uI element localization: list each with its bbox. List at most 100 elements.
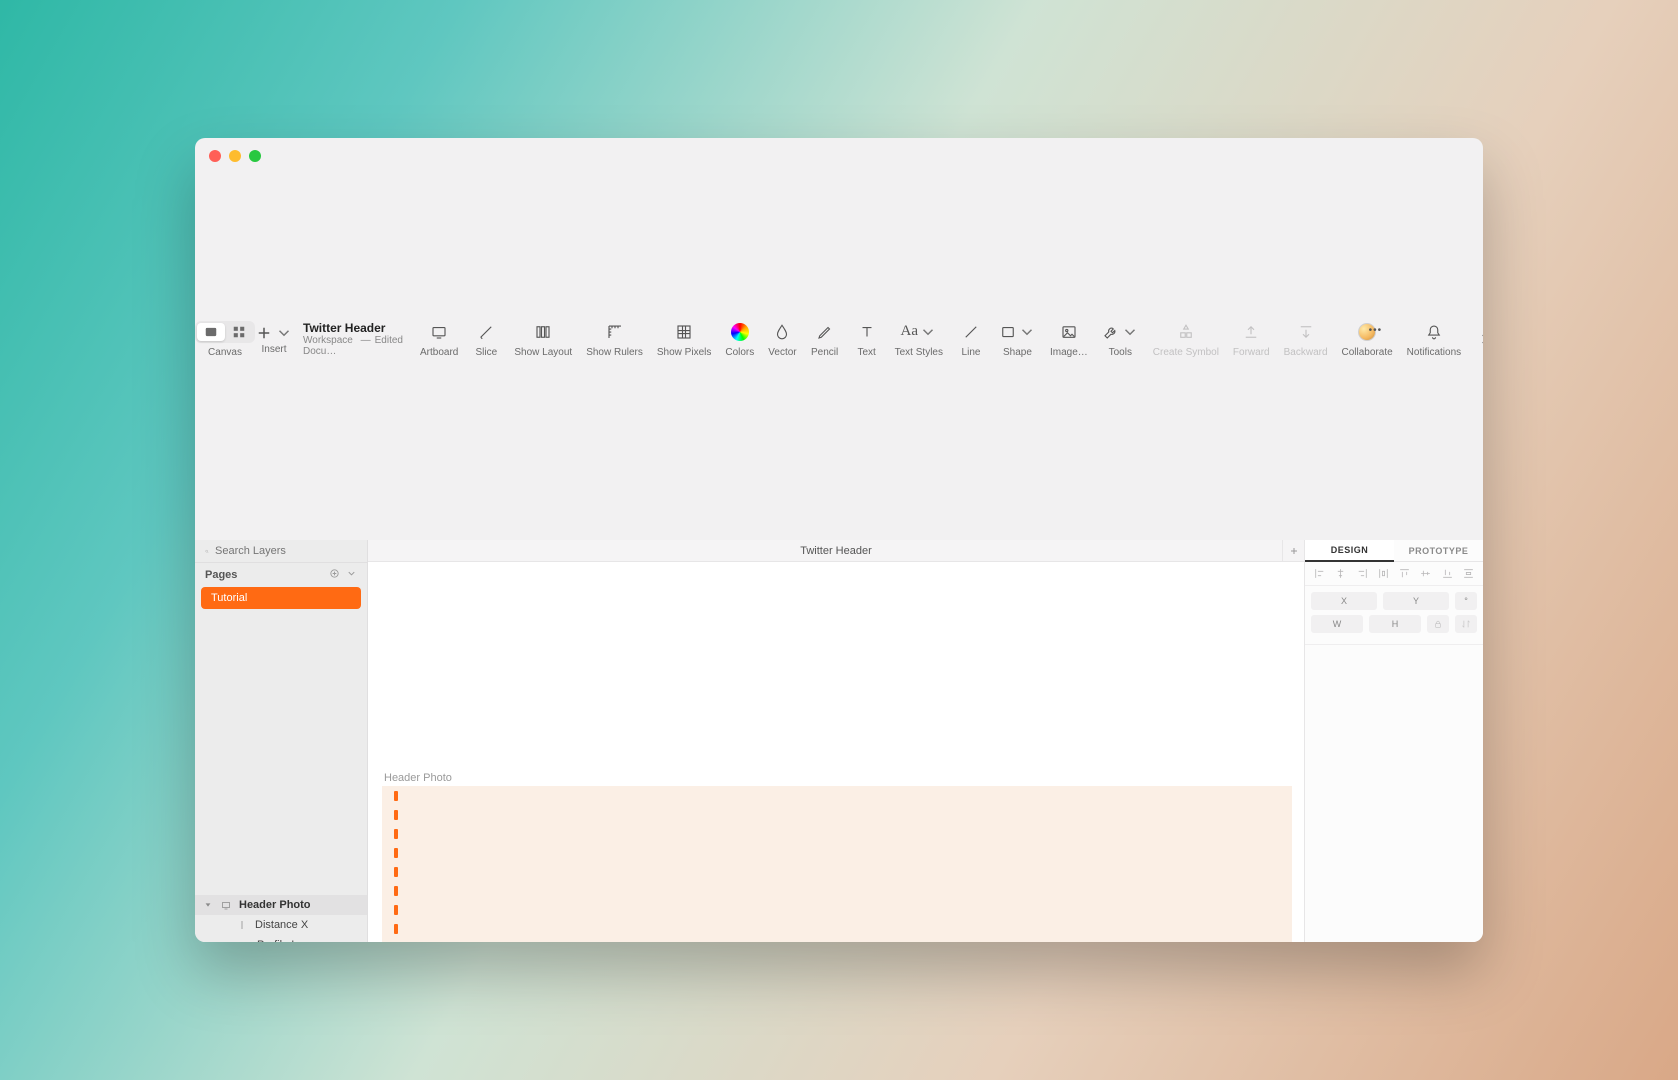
align-vcenter-button[interactable] <box>1418 566 1434 582</box>
distribute-h-button[interactable] <box>1375 566 1391 582</box>
notifications-tool[interactable]: Notifications <box>1400 138 1468 540</box>
text-t-icon <box>858 323 876 341</box>
layer-label: Profile Image <box>257 939 322 942</box>
document-subtitle: Workspace Docu… <box>303 335 357 357</box>
flip-button[interactable] <box>1455 615 1477 633</box>
show-layout-tool[interactable]: Show Layout <box>507 138 579 540</box>
plus-icon <box>1288 545 1300 557</box>
geometry-section: X Y ° W H <box>1305 586 1483 645</box>
search-input[interactable] <box>215 545 357 557</box>
colors-tool[interactable]: Colors <box>718 138 761 540</box>
window-traffic-lights <box>195 138 275 162</box>
document-title: Twitter Header <box>303 321 403 335</box>
toolbar-overflow-button[interactable] <box>1468 138 1483 540</box>
app-window: Canvas Insert Twitter Header Workspace D… <box>195 138 1483 942</box>
send-backward-icon <box>1297 323 1315 341</box>
canvas-area: Twitter Header Header Photo Profile <box>368 540 1304 942</box>
insert-tool[interactable]: Insert <box>255 138 293 540</box>
shape-tool[interactable]: Shape <box>992 138 1043 540</box>
distribute-v-button[interactable] <box>1460 566 1476 582</box>
backward-tool: Backward <box>1277 138 1335 540</box>
disclosure-open-icon <box>204 901 212 909</box>
left-sidebar: Pages Tutorial Header Photo Distance X <box>195 540 368 942</box>
pages-label: Pages <box>205 569 237 581</box>
align-hcenter-button[interactable] <box>1333 566 1349 582</box>
tab-design[interactable]: DESIGN <box>1305 540 1394 562</box>
artboard-icon <box>430 323 448 341</box>
lock-icon <box>1433 619 1443 629</box>
lock-aspect-button[interactable] <box>1427 615 1449 633</box>
x-field[interactable]: X <box>1311 592 1377 610</box>
line-layer-icon <box>236 919 248 931</box>
add-canvas-tab-button[interactable] <box>1282 540 1304 562</box>
chevron-double-right-icon <box>1478 331 1483 347</box>
chevron-down-icon <box>919 323 937 341</box>
right-inspector: DESIGN PROTOTYPE X Y ° W <box>1304 540 1483 942</box>
artboard-header-photo[interactable]: Profile Image 400×200px <box>382 786 1292 942</box>
align-top-button[interactable] <box>1397 566 1413 582</box>
align-right-button[interactable] <box>1354 566 1370 582</box>
insert-label: Insert <box>261 344 286 355</box>
edited-label: Edited <box>375 335 403 357</box>
text-tool[interactable]: Text <box>846 138 888 540</box>
bring-forward-icon <box>1242 323 1260 341</box>
shape-rect-icon <box>999 323 1017 341</box>
align-bottom-button[interactable] <box>1439 566 1455 582</box>
line-icon <box>962 323 980 341</box>
slice-tool[interactable]: Slice <box>465 138 507 540</box>
show-pixels-tool[interactable]: Show Pixels <box>650 138 718 540</box>
layer-label: Distance X <box>255 919 308 931</box>
canvas[interactable]: Header Photo Profile Image 400×200px <box>368 562 1304 942</box>
layer-distance-x[interactable]: Distance X <box>195 915 367 935</box>
components-view-button[interactable] <box>225 323 253 341</box>
tab-prototype[interactable]: PROTOTYPE <box>1394 540 1483 561</box>
disclosure-closed-icon <box>222 941 230 942</box>
h-field[interactable]: H <box>1369 615 1421 633</box>
image-tool[interactable]: Image… <box>1043 138 1095 540</box>
page-item-tutorial[interactable]: Tutorial <box>201 587 361 609</box>
artboard-icon <box>220 899 232 911</box>
pencil-icon <box>816 323 834 341</box>
more-dots-icon: ••• <box>1369 325 1383 336</box>
vector-pen-icon <box>773 323 791 341</box>
bell-icon <box>1425 323 1443 341</box>
show-rulers-tool[interactable]: Show Rulers <box>579 138 650 540</box>
layer-profile-image[interactable]: Profile Image <box>195 935 367 942</box>
page-item-label: Tutorial <box>211 592 247 604</box>
chevron-down-icon <box>275 324 293 342</box>
create-symbol-tool: Create Symbol <box>1146 138 1226 540</box>
tools-dropdown[interactable]: Tools <box>1095 138 1146 540</box>
collaborate-tool[interactable]: •••Collaborate <box>1335 138 1400 540</box>
minimize-window-button[interactable] <box>229 150 241 162</box>
pixels-icon <box>675 323 693 341</box>
align-left-button[interactable] <box>1312 566 1328 582</box>
canvas-tab[interactable]: Twitter Header <box>800 545 872 557</box>
pencil-tool[interactable]: Pencil <box>804 138 846 540</box>
vector-tool[interactable]: Vector <box>761 138 803 540</box>
layout-columns-icon <box>534 323 552 341</box>
pages-collapse-button[interactable] <box>346 568 357 582</box>
line-tool[interactable]: Line <box>950 138 992 540</box>
zoom-window-button[interactable] <box>249 150 261 162</box>
view-switcher-label: Canvas <box>208 347 242 358</box>
canvas-view-button[interactable] <box>197 323 225 341</box>
color-wheel-icon <box>731 323 749 341</box>
search-layers-field[interactable] <box>195 540 367 563</box>
text-styles-tool[interactable]: AaText Styles <box>888 138 950 540</box>
artboard-tool[interactable]: Artboard <box>413 138 465 540</box>
plus-icon <box>255 324 273 342</box>
artboard-label[interactable]: Header Photo <box>384 772 452 784</box>
w-field[interactable]: W <box>1311 615 1363 633</box>
rotation-field[interactable]: ° <box>1455 592 1477 610</box>
chevron-down-icon <box>1018 323 1036 341</box>
inspector-tabs: DESIGN PROTOTYPE <box>1305 540 1483 562</box>
layer-header-photo[interactable]: Header Photo <box>195 895 367 915</box>
close-window-button[interactable] <box>209 150 221 162</box>
text-styles-icon: Aa <box>901 323 919 340</box>
layer-label: Header Photo <box>239 899 311 911</box>
distance-x-guide[interactable] <box>394 791 398 942</box>
pages-section-header: Pages <box>195 563 367 587</box>
y-field[interactable]: Y <box>1383 592 1449 610</box>
add-page-button[interactable] <box>329 568 340 582</box>
flip-icon <box>1461 619 1471 629</box>
